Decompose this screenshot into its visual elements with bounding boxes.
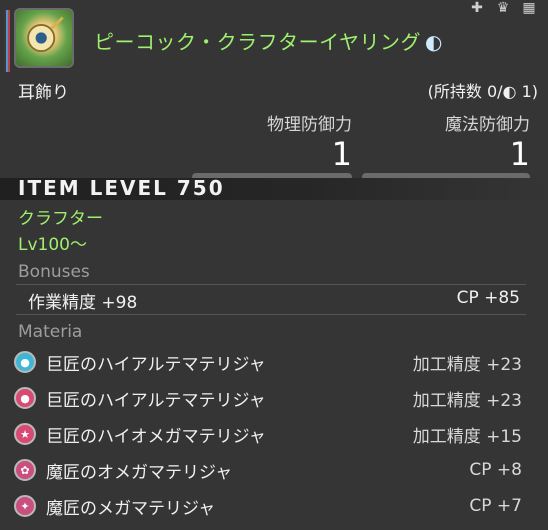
materia-row[interactable]: ★ 巨匠のハイオメガマテリジャ 加工精度 +15: [14, 418, 522, 450]
bonus-right: CP +85: [456, 288, 520, 308]
materia-icon: ●: [14, 387, 36, 409]
stat-label: 魔法防御力: [445, 115, 530, 135]
trash-icon[interactable]: ♛: [494, 0, 512, 16]
divider: [16, 284, 526, 285]
materia-icon: ✦: [14, 495, 36, 517]
divider: [16, 314, 526, 315]
bonus-left: 作業精度 +98: [28, 293, 138, 313]
class-restriction: クラフター: [18, 209, 103, 229]
materia-bonus: 加工精度 +23: [412, 390, 522, 411]
stat-value: 1: [509, 135, 530, 173]
materia-icon: ★: [14, 423, 36, 445]
rarity-bar: [4, 10, 10, 72]
stat-value: 1: [331, 135, 352, 173]
level-requirement: Lv100～: [18, 235, 87, 255]
materia-row[interactable]: ✦ 魔匠のメガマテリジャ CP +7: [14, 490, 522, 522]
materia-name: 魔匠のオメガマテリジャ: [46, 462, 233, 483]
materia-name: 巨匠のハイオメガマテリジャ: [46, 426, 266, 447]
item-name: ピーコック・クラフターイヤリング ◐: [94, 26, 443, 55]
plus-icon[interactable]: ✚: [468, 0, 486, 16]
item-name-text: ピーコック・クラフターイヤリング: [94, 30, 421, 54]
owned-count: (所持数 0/◐ 1): [427, 82, 538, 101]
item-category: 耳飾り: [18, 83, 69, 103]
materia-name: 巨匠のハイアルテマテリジャ: [46, 354, 266, 375]
materia-row[interactable]: ✿ 魔匠のオメガマテリジャ CP +8: [14, 454, 522, 486]
stat-physical-defense: 物理防御力 1: [192, 110, 352, 181]
window-controls: ✚ ♛ ▦: [468, 0, 538, 16]
hq-icon: ◐: [425, 30, 443, 54]
item-level: ITEM LEVEL 750: [18, 176, 225, 200]
bonuses-title: Bonuses: [18, 262, 90, 282]
materia-name: 巨匠のハイアルテマテリジャ: [46, 390, 266, 411]
earring-icon[interactable]: [14, 8, 74, 68]
materia-bonus: 加工精度 +15: [412, 426, 522, 447]
materia-row[interactable]: ● 巨匠のハイアルテマテリジャ 加工精度 +23: [14, 346, 522, 378]
stat-label: 物理防御力: [267, 115, 352, 135]
materia-bonus: 加工精度 +23: [412, 354, 522, 375]
materia-icon: ●: [14, 351, 36, 373]
item-icon-frame: [4, 8, 78, 74]
materia-row[interactable]: ● 巨匠のハイアルテマテリジャ 加工精度 +23: [14, 382, 522, 414]
stat-magic-defense: 魔法防御力 1: [362, 110, 530, 181]
materia-icon: ✿: [14, 459, 36, 481]
compare-icon[interactable]: ▦: [520, 0, 538, 16]
materia-title: Materia: [18, 322, 83, 342]
materia-name: 魔匠のメガマテリジャ: [46, 498, 216, 519]
bonus-row: 作業精度 +98 CP +85: [28, 288, 520, 313]
materia-bonus: CP +8: [469, 460, 522, 480]
materia-bonus: CP +7: [469, 496, 522, 516]
